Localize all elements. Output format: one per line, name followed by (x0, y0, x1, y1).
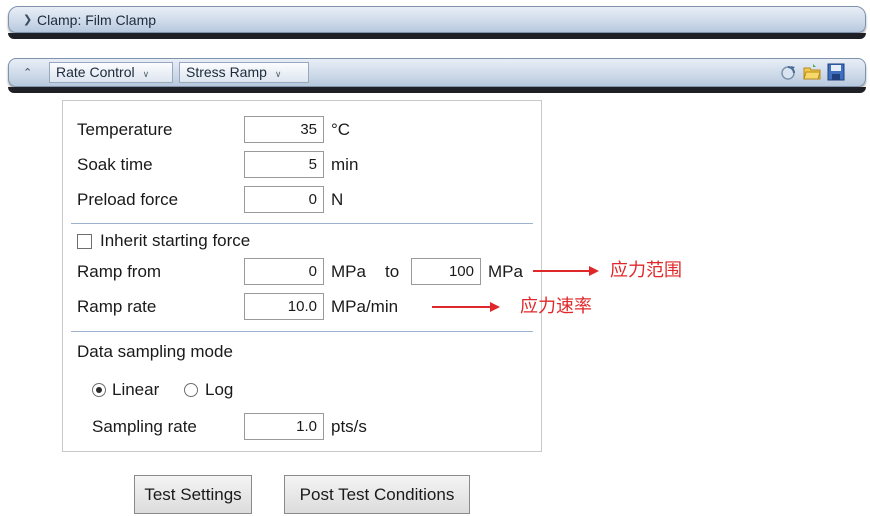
clamp-section-header[interactable]: ❯ Clamp: Film Clamp (8, 6, 866, 33)
post-test-conditions-button[interactable]: Post Test Conditions (284, 475, 470, 514)
preload-force-label: Preload force (77, 190, 179, 209)
inherit-force-label: Inherit starting force (100, 231, 251, 250)
annotation-arrowhead-icon (490, 302, 500, 312)
test-dropdown-value: Stress Ramp (186, 64, 267, 80)
save-icon[interactable] (827, 63, 845, 81)
linear-radio[interactable] (92, 383, 106, 397)
test-dropdown[interactable]: Stress Ramp ∨ (179, 62, 309, 83)
soak-time-input[interactable]: 5 (244, 151, 324, 178)
section-divider (71, 331, 533, 332)
mode-dropdown-value: Rate Control (56, 64, 135, 80)
refresh-icon[interactable] (779, 63, 797, 81)
open-folder-icon[interactable] (803, 63, 821, 81)
annotation-stress-rate: 应力速率 (520, 296, 592, 317)
linear-radio-label: Linear (112, 380, 160, 399)
dropdown-arrow-icon: ∨ (142, 70, 150, 80)
annotation-arrow-range (533, 270, 591, 272)
temperature-input[interactable]: 35 (244, 116, 324, 143)
temperature-label: Temperature (77, 120, 173, 139)
log-radio-label: Log (205, 380, 234, 399)
dropdown-arrow-icon: ∨ (274, 70, 282, 80)
annotation-arrowhead-icon (589, 266, 599, 276)
clamp-title: Clamp: Film Clamp (37, 12, 157, 28)
ramp-rate-label: Ramp rate (77, 297, 157, 316)
procedure-settings-panel: Temperature 35 °C Soak time 5 min Preloa… (62, 100, 542, 452)
ramp-to-unit: MPa (488, 262, 523, 281)
preload-force-unit: N (331, 190, 344, 209)
collapse-chevron-icon[interactable]: ⌃ (23, 64, 32, 82)
preload-force-input[interactable]: 0 (244, 186, 324, 213)
temperature-unit: °C (331, 120, 351, 139)
soak-time-label: Soak time (77, 155, 153, 174)
ramp-from-label: Ramp from (77, 262, 162, 281)
log-radio[interactable] (184, 383, 198, 397)
ramp-to-input[interactable]: 100 (411, 258, 481, 285)
soak-time-unit: min (331, 155, 359, 174)
ramp-to-label: to (385, 262, 400, 281)
annotation-arrow-rate (432, 306, 492, 308)
ramp-from-unit: MPa (331, 262, 366, 281)
annotation-stress-range: 应力范围 (610, 260, 682, 281)
sampling-rate-input[interactable]: 1.0 (244, 413, 324, 440)
sampling-rate-label: Sampling rate (92, 417, 197, 436)
test-settings-button[interactable]: Test Settings (134, 475, 252, 514)
ramp-rate-input[interactable]: 10.0 (244, 293, 324, 320)
bar-shadow-strip (8, 87, 866, 93)
sampling-mode-label: Data sampling mode (77, 342, 233, 361)
section-divider (71, 223, 533, 224)
inherit-force-checkbox[interactable] (77, 234, 92, 249)
expand-chevron-icon[interactable]: ❯ (23, 11, 32, 29)
sampling-rate-unit: pts/s (331, 417, 367, 436)
mode-dropdown[interactable]: Rate Control ∨ (49, 62, 173, 83)
bar-shadow-strip (8, 33, 866, 39)
ramp-from-input[interactable]: 0 (244, 258, 324, 285)
ramp-rate-unit: MPa/min (331, 297, 399, 316)
procedure-section-header[interactable]: ⌃ Rate Control ∨ Stress Ramp ∨ (8, 58, 866, 87)
